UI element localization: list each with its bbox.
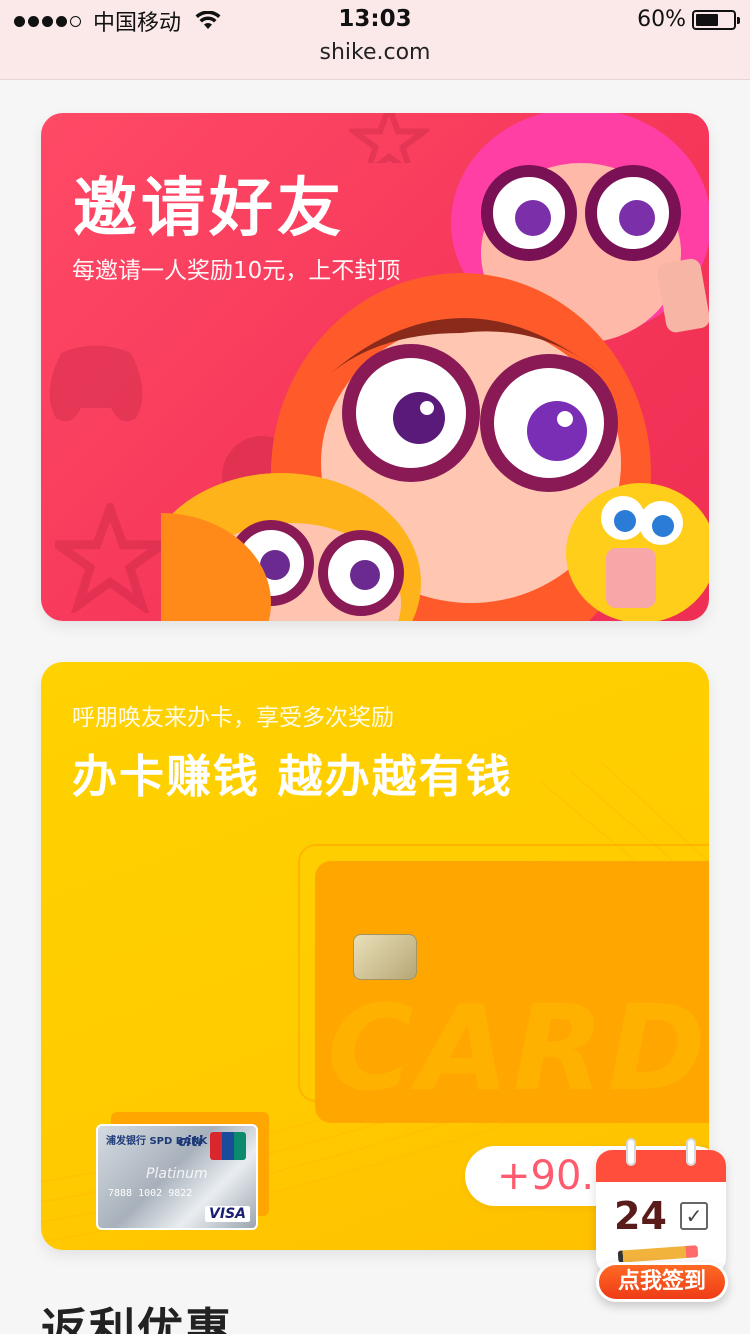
- page-url[interactable]: shike.com: [0, 40, 750, 65]
- card-watermark: CARD: [327, 979, 709, 1117]
- card-number: 7888 1002 9822: [108, 1188, 193, 1199]
- invite-title: 邀请好友: [73, 172, 345, 246]
- section-title: 返利优惠: [41, 1303, 233, 1334]
- card-tier: Platinum: [146, 1166, 208, 1182]
- calendar-day: 24: [614, 1194, 667, 1238]
- unionpay-logo: [210, 1132, 246, 1160]
- offer-headline: 办卡赚钱 越办越有钱: [72, 750, 513, 803]
- invite-subtitle: 每邀请一人奖励10元，上不封顶: [72, 258, 401, 284]
- signin-widget[interactable]: 24 ✓ 点我签到: [596, 1138, 732, 1304]
- chip-icon: [353, 934, 417, 980]
- citi-logo: citi: [178, 1134, 203, 1150]
- star-icon: [55, 503, 165, 613]
- calendar-ring: [686, 1138, 696, 1166]
- signin-button[interactable]: 点我签到: [596, 1262, 728, 1302]
- checkbox-icon: ✓: [680, 1202, 708, 1230]
- card-illustration: CARD: [315, 861, 709, 1123]
- invite-friends-banner[interactable]: 邀请好友 每邀请一人奖励10元，上不封顶: [41, 113, 709, 621]
- offer-subtext: 呼朋唤友来办卡，享受多次奖励: [72, 705, 394, 731]
- visa-logo: VISA: [205, 1206, 250, 1222]
- battery-percent: 60%: [637, 7, 686, 32]
- gamepad-icon: [49, 345, 143, 422]
- status-right: 60%: [637, 7, 740, 32]
- calendar-ring: [626, 1138, 636, 1166]
- status-bar: 中国移动 13:03 60% shike.com: [0, 0, 750, 80]
- sample-bank-card: 浦发银行 SPD BANK citi Platinum 7888 1002 98…: [96, 1124, 258, 1230]
- calendar-icon: 24 ✓: [596, 1150, 726, 1274]
- pencil-icon: [617, 1245, 699, 1263]
- battery-icon: [692, 9, 740, 30]
